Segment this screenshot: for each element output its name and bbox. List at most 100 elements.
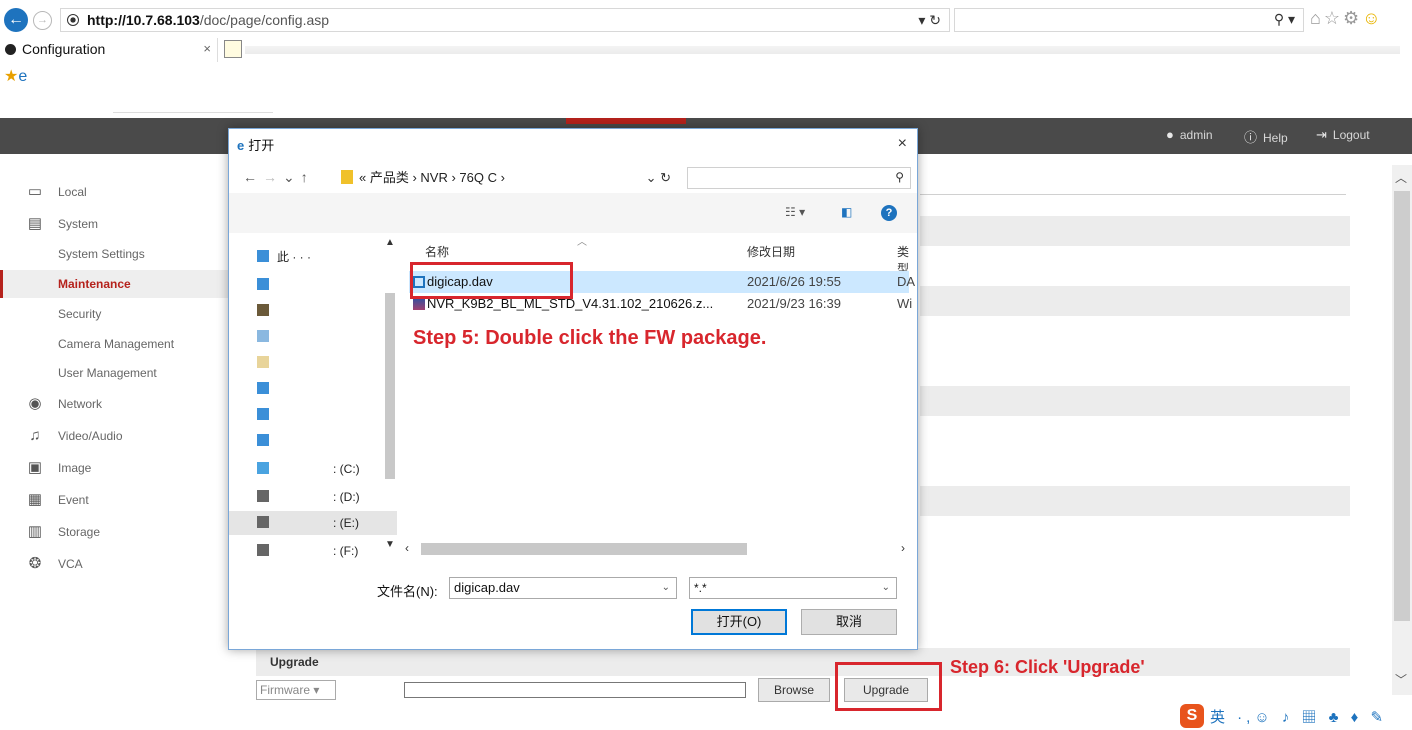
sidebar-item-camera-management[interactable]: Camera Management [0, 330, 240, 358]
ie-icon[interactable]: e [18, 68, 27, 85]
scroll-up-icon[interactable]: ︿ [1395, 169, 1407, 186]
refresh-icon[interactable]: ▾ ↻ [918, 9, 941, 31]
gear-icon[interactable]: ⚙ [1343, 8, 1362, 28]
info-icon: ⓘ [1244, 130, 1258, 145]
tree-item[interactable] [257, 351, 397, 375]
column-header-date[interactable]: 修改日期 [747, 243, 795, 260]
ime-tool-icons[interactable]: 英 ·,☺ ♪ ▦ ♣ ♦ ✎ [1210, 706, 1387, 727]
tree-item-this-pc[interactable]: 此 · · · [257, 245, 397, 269]
address-bar[interactable]: http://10.7.68.103/doc/page/config.asp ▾… [60, 8, 950, 32]
preview-pane-icon[interactable]: ◧ [841, 205, 852, 219]
sidebar-item-maintenance[interactable]: Maintenance [0, 270, 240, 298]
sidebar-item-event[interactable]: ▦ Event [0, 486, 240, 514]
chevron-down-icon[interactable]: ⌄ [662, 578, 670, 598]
tree-item-drive-c[interactable]: : (C:) [257, 457, 397, 481]
back-arrow-icon[interactable]: ← [243, 169, 263, 185]
scroll-right-icon[interactable]: › [901, 541, 905, 555]
scroll-down-icon[interactable]: ▼ [385, 539, 395, 550]
favorites-add-icon[interactable]: ★ [4, 68, 18, 85]
sidebar-item-image[interactable]: ▣ Image [0, 454, 240, 482]
scrollbar-thumb[interactable] [421, 543, 747, 555]
help-icon[interactable]: ? [881, 205, 897, 221]
sidebar-item-local[interactable]: ▭ Local [0, 178, 240, 206]
tree-item[interactable] [257, 429, 397, 453]
view-options-icon[interactable]: ☷ ▾ [785, 205, 805, 219]
browser-tab[interactable]: Configuration × [0, 38, 218, 62]
scrollbar-thumb[interactable] [1394, 191, 1410, 621]
step5-annotation: Step 5: Double click the FW package. [413, 327, 767, 349]
dialog-title: e 打开 [237, 135, 274, 154]
forward-arrow-icon[interactable]: → [263, 169, 283, 185]
chevron-down-icon[interactable]: ⌄ [283, 169, 301, 185]
dialog-toolbar: ☷ ▾ ◧ ? [229, 193, 917, 233]
firmware-path-input[interactable] [404, 682, 746, 698]
cancel-button[interactable]: 取消 [801, 609, 897, 635]
file-type: Wi [897, 296, 913, 311]
close-tab-icon[interactable]: × [203, 38, 211, 60]
computer-icon [257, 250, 269, 262]
sidebar-item-label: Network [58, 397, 103, 411]
dialog-search-input[interactable]: ⚲ [687, 167, 911, 189]
sidebar-item-label: Camera Management [58, 337, 175, 351]
breadcrumb-dropdown-refresh[interactable]: ⌄ ↻ [646, 167, 671, 189]
new-tab-button[interactable] [224, 40, 242, 58]
site-icon [5, 44, 16, 55]
sidebar-item-user-management[interactable]: User Management [0, 359, 240, 387]
firmware-select[interactable]: Firmware ▾ [256, 680, 336, 700]
browse-button[interactable]: Browse [758, 678, 830, 702]
tree-item[interactable] [257, 403, 397, 427]
sidebar-item-video-audio[interactable]: ♫ Video/Audio [0, 422, 240, 450]
breadcrumb[interactable]: « 产品类 › NVR › 76Q C › ⌄ ↻ [341, 167, 677, 189]
dialog-title-text: 打开 [248, 138, 275, 153]
tree-item[interactable] [257, 377, 397, 401]
tree-item-label: : (E:) [333, 516, 359, 530]
sidebar-item-label: Security [58, 307, 102, 321]
sogou-ime-icon[interactable]: S [1180, 704, 1204, 728]
help-link[interactable]: ⓘ Help [1244, 127, 1288, 146]
back-arrow-icon[interactable]: ← [4, 8, 28, 32]
column-header-name[interactable]: 名称 [425, 243, 449, 260]
content-section-bar [920, 216, 1350, 246]
tree-item[interactable] [257, 299, 397, 323]
file-type-filter[interactable]: *.* ⌄ [689, 577, 897, 599]
tree-item-drive-f[interactable]: : (F:) [257, 539, 397, 563]
sidebar-item-system[interactable]: ▤ System [0, 210, 240, 238]
search-icon: ⚲ [895, 170, 904, 184]
sidebar-item-storage[interactable]: ▥ Storage [0, 518, 240, 546]
upgrade-section: Upgrade [256, 648, 1350, 676]
up-arrow-icon[interactable]: ↑ [301, 169, 314, 185]
smiley-icon[interactable]: ☺ [1362, 8, 1383, 28]
scroll-left-icon[interactable]: ‹ [405, 541, 409, 555]
file-list-hscrollbar[interactable]: ‹ › [401, 539, 917, 559]
forward-arrow-icon[interactable]: → [33, 11, 52, 30]
open-button[interactable]: 打开(O) [691, 609, 787, 635]
tree-item[interactable] [257, 325, 397, 349]
step6-annotation: Step 6: Click 'Upgrade' [950, 657, 1145, 677]
tree-item[interactable] [257, 273, 397, 297]
sidebar-item-network[interactable]: ◉ Network [0, 390, 240, 418]
tree-item-drive-e[interactable]: : (E:) [229, 511, 397, 535]
firmware-select-value: Firmware [260, 683, 310, 697]
scroll-down-icon[interactable]: ﹀ [1395, 671, 1407, 688]
sidebar-item-vca[interactable]: ❂ VCA [0, 550, 240, 578]
logout-link[interactable]: ⇥ Logout [1316, 127, 1370, 143]
search-icon[interactable]: ⚲ ▾ [1274, 11, 1295, 28]
user-menu[interactable]: ● admin [1166, 127, 1213, 142]
tree-item-drive-d[interactable]: : (D:) [257, 485, 397, 509]
filename-input[interactable]: digicap.dav ⌄ [449, 577, 677, 599]
scrollbar-thumb[interactable] [385, 293, 395, 479]
system-icon: ▤ [27, 215, 43, 232]
page-scrollbar[interactable]: ︿ ﹀ [1392, 165, 1412, 695]
browser-search-input[interactable]: ⚲ ▾ [954, 8, 1304, 32]
sidebar: ▭ Local ▤ System System Settings Maintenan… [0, 154, 240, 730]
tree-scrollbar[interactable]: ▲ ▼ [381, 233, 399, 559]
sidebar-item-label: Event [58, 493, 89, 507]
sidebar-item-system-settings[interactable]: System Settings [0, 240, 240, 268]
scroll-up-icon[interactable]: ▲ [385, 237, 395, 248]
sidebar-item-security[interactable]: Security [0, 300, 240, 328]
close-icon[interactable]: × [898, 135, 907, 153]
tree-item-label: : (C:) [333, 462, 360, 476]
chevron-down-icon[interactable]: ⌄ [882, 578, 890, 598]
favorites-star-icon[interactable]: ☆ [1324, 8, 1343, 28]
home-icon[interactable]: ⌂ [1310, 8, 1324, 28]
